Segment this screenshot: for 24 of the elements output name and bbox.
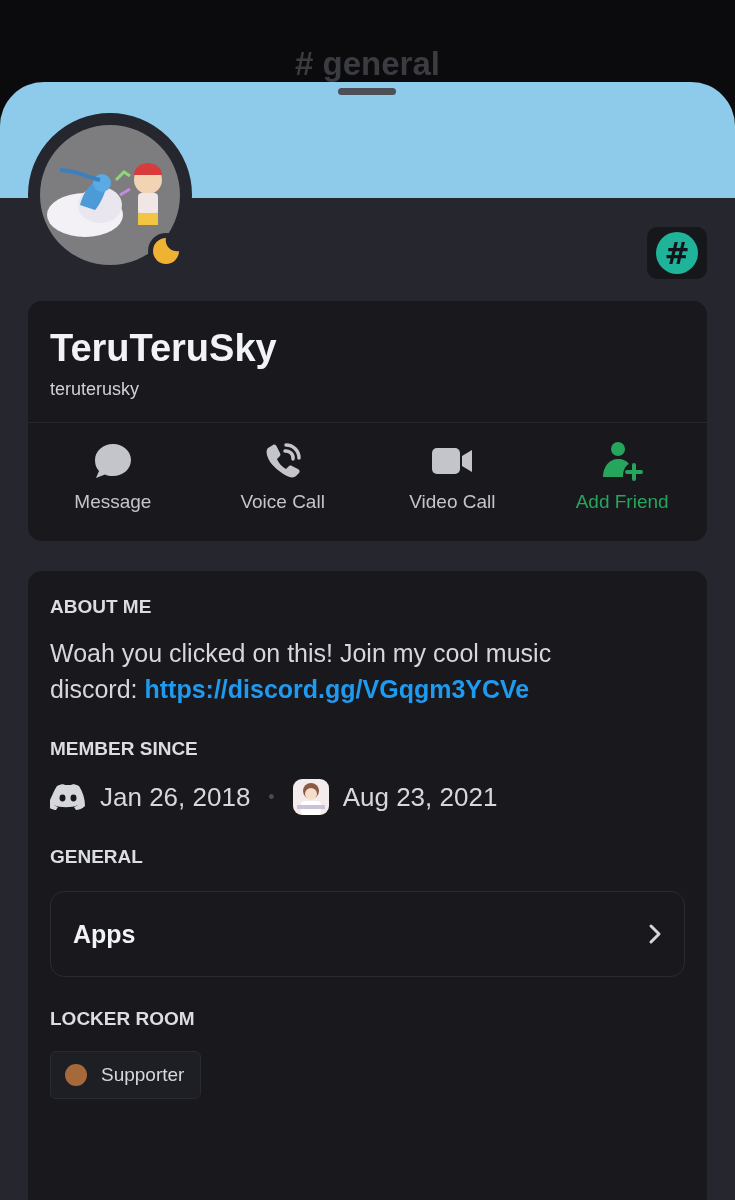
add-friend-icon — [601, 441, 644, 481]
display-name: TeruTeruSky — [50, 326, 277, 371]
section-heading: MEMBER SINCE — [50, 737, 198, 761]
drag-handle[interactable] — [338, 88, 396, 95]
member-date: Jan 26, 2018 — [100, 781, 251, 813]
video-button[interactable]: Video Call — [367, 441, 538, 513]
video-camera-icon — [431, 445, 474, 477]
chevron-right-icon — [648, 923, 662, 945]
section-heading: LOCKER ROOM — [50, 1007, 195, 1031]
apps-row[interactable]: Apps — [50, 891, 685, 977]
separator-dot: • — [268, 786, 275, 808]
add-friend-button[interactable]: Add Friend — [537, 441, 707, 513]
voice-button[interactable]: Voice Call — [197, 441, 368, 513]
game-controller-icon — [50, 783, 86, 811]
chat-bubble-icon — [93, 443, 132, 479]
invite-link[interactable]: https://discord.gg/VGqgm3YCVe — [144, 675, 530, 703]
section-heading: GENERAL — [50, 845, 143, 869]
about-text: Woah you clicked on this! Join my cool music discord: https://discord.gg/VGqgm3YCVe — [50, 638, 553, 705]
message-button[interactable]: Message — [28, 441, 198, 513]
member-date: Aug 23, 2021 — [342, 781, 498, 813]
tag-label: Supporter — [101, 1064, 185, 1086]
section-heading: ABOUT ME — [50, 595, 152, 619]
username: teruterusky — [50, 379, 140, 400]
channel-badge[interactable]: # — [656, 232, 698, 274]
